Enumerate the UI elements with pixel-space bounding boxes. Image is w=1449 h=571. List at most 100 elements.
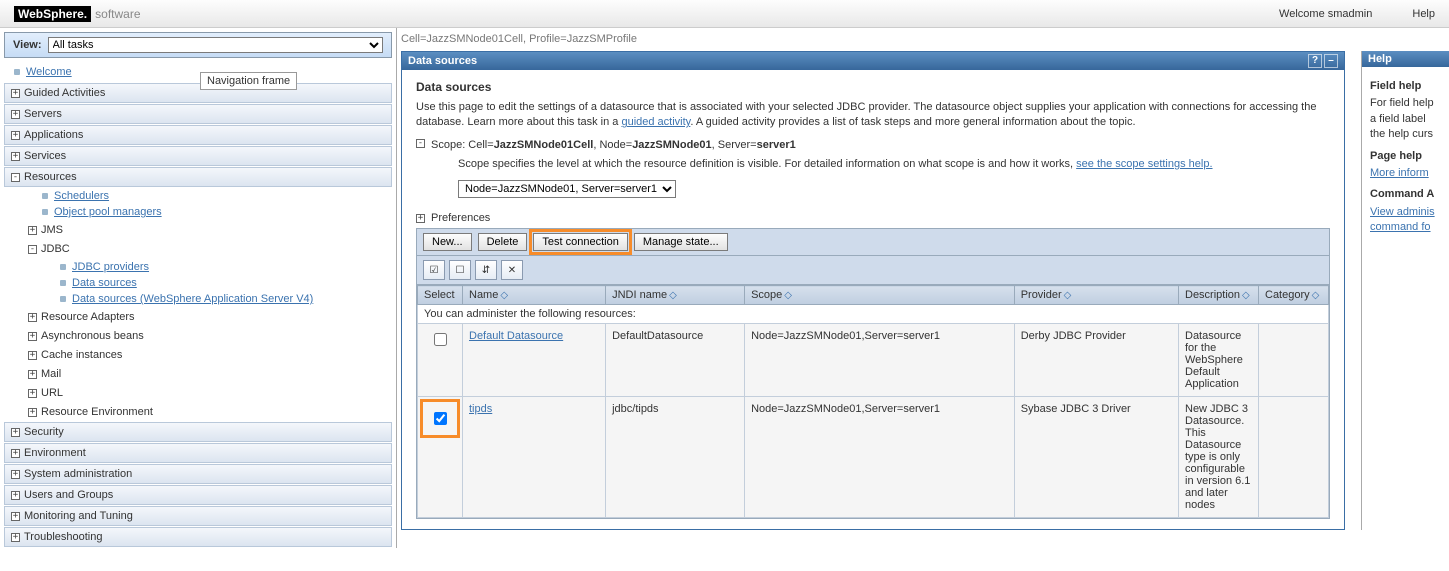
new-button[interactable]: New...: [423, 233, 472, 251]
portlet-header: Data sources ? –: [402, 52, 1344, 70]
nav-applications[interactable]: Applications: [4, 125, 392, 145]
table-wrapper: New... Delete Test connection Manage sta…: [416, 228, 1330, 519]
bullet-icon: [42, 209, 48, 215]
nav-troubleshooting[interactable]: Troubleshooting: [4, 527, 392, 547]
plus-icon: [416, 214, 425, 223]
minus-icon: [28, 245, 37, 254]
nav-jms[interactable]: JMS: [22, 221, 392, 239]
page-description: Use this page to edit the settings of a …: [416, 100, 1330, 131]
nav-services[interactable]: Services: [4, 146, 392, 166]
nav-monitoring-tuning[interactable]: Monitoring and Tuning: [4, 506, 392, 526]
col-jndi[interactable]: JNDI name◇: [606, 286, 745, 305]
scope-line: Scope: Cell=JazzSMNode01Cell, Node=JazzS…: [416, 139, 1330, 151]
nav-resource-environment[interactable]: Resource Environment: [22, 403, 392, 421]
manage-state-button[interactable]: Manage state...: [634, 233, 728, 251]
plus-icon: [11, 533, 20, 542]
nav-guided-activities[interactable]: Guided Activities: [4, 83, 392, 103]
minimize-icon[interactable]: –: [1324, 54, 1338, 68]
more-info-link[interactable]: More inform: [1370, 167, 1429, 179]
plus-icon: [28, 408, 37, 417]
nav-environment[interactable]: Environment: [4, 443, 392, 463]
help-icon[interactable]: ?: [1308, 54, 1322, 68]
portlet-title: Data sources: [408, 55, 477, 67]
col-description[interactable]: Description◇: [1179, 286, 1259, 305]
filter-icon[interactable]: ⇵: [475, 260, 497, 280]
datasource-link[interactable]: Default Datasource: [469, 330, 563, 342]
help-title: Help: [1362, 51, 1449, 67]
command-for-link[interactable]: command fo: [1370, 221, 1431, 233]
scope-settings-help-link[interactable]: see the scope settings help.: [1076, 158, 1212, 170]
nav-object-pool-managers[interactable]: Object pool managers: [18, 204, 396, 220]
deselect-all-icon[interactable]: ☐: [449, 260, 471, 280]
plus-icon: [11, 131, 20, 140]
col-category[interactable]: Category◇: [1259, 286, 1329, 305]
row-checkbox[interactable]: [434, 412, 447, 425]
row-checkbox[interactable]: [434, 333, 447, 346]
nav-data-sources[interactable]: Data sources: [36, 275, 396, 291]
nav-async-beans[interactable]: Asynchronous beans: [22, 327, 392, 345]
plus-icon: [11, 512, 20, 521]
plus-icon: [28, 389, 37, 398]
sidebar: View: All tasks Navigation frame Welcome…: [0, 28, 397, 548]
plus-icon: [11, 491, 20, 500]
icon-bar: ☑ ☐ ⇵ ✕: [417, 256, 1329, 285]
nav-cache-instances[interactable]: Cache instances: [22, 346, 392, 364]
select-all-icon[interactable]: ☑: [423, 260, 445, 280]
top-right: Welcome smadmin Help: [1279, 8, 1435, 20]
admin-note: You can administer the following resourc…: [418, 305, 1329, 324]
view-label: View:: [13, 39, 42, 51]
bullet-icon: [60, 296, 66, 302]
scope-select-row: Node=JazzSMNode01, Server=server1: [458, 180, 1330, 198]
clear-filter-icon[interactable]: ✕: [501, 260, 523, 280]
navigation-frame-tooltip: Navigation frame: [200, 72, 297, 90]
page-help-heading: Page help: [1370, 149, 1441, 164]
field-help-text: For field help a field label the help cu…: [1370, 96, 1441, 142]
view-admin-link[interactable]: View adminis: [1370, 206, 1435, 218]
top-bar: WebSphere. software Welcome smadmin Help: [0, 0, 1449, 28]
nav-system-administration[interactable]: System administration: [4, 464, 392, 484]
bullet-icon: [60, 264, 66, 270]
nav-url[interactable]: URL: [22, 384, 392, 402]
col-name[interactable]: Name◇: [463, 286, 606, 305]
col-scope[interactable]: Scope◇: [745, 286, 1015, 305]
help-panel: Help Field help For field help a field l…: [1361, 51, 1449, 530]
plus-icon: [11, 110, 20, 119]
plus-icon: [11, 470, 20, 479]
nav-mail[interactable]: Mail: [22, 365, 392, 383]
nav-jdbc-providers[interactable]: JDBC providers: [36, 259, 396, 275]
col-provider[interactable]: Provider◇: [1014, 286, 1178, 305]
view-select[interactable]: All tasks: [48, 37, 383, 53]
test-connection-button[interactable]: Test connection: [533, 233, 627, 251]
welcome-user: Welcome smadmin: [1279, 8, 1372, 20]
view-selector-row: View: All tasks: [4, 32, 392, 58]
help-link[interactable]: Help: [1412, 8, 1435, 20]
table-row: tipds jdbc/tipds Node=JazzSMNode01,Serve…: [418, 397, 1329, 518]
nav-resources[interactable]: Resources: [4, 167, 392, 187]
guided-activity-link[interactable]: guided activity: [621, 116, 690, 128]
plus-icon: [11, 152, 20, 161]
bullet-icon: [14, 69, 20, 75]
plus-icon: [28, 351, 37, 360]
bullet-icon: [42, 193, 48, 199]
nav-users-groups[interactable]: Users and Groups: [4, 485, 392, 505]
logo-sub: software: [95, 7, 140, 21]
bullet-icon: [60, 280, 66, 286]
nav-resource-adapters[interactable]: Resource Adapters: [22, 308, 392, 326]
scope-select[interactable]: Node=JazzSMNode01, Server=server1: [458, 180, 676, 198]
welcome-link-row[interactable]: Welcome: [0, 62, 396, 82]
datasource-link[interactable]: tipds: [469, 403, 492, 415]
welcome-link[interactable]: Welcome: [26, 66, 72, 78]
nav-servers[interactable]: Servers: [4, 104, 392, 124]
col-select: Select: [418, 286, 463, 305]
nav-data-sources-v4[interactable]: Data sources (WebSphere Application Serv…: [36, 291, 396, 307]
plus-icon: [28, 226, 37, 235]
minus-icon[interactable]: [416, 139, 425, 148]
nav-security[interactable]: Security: [4, 422, 392, 442]
delete-button[interactable]: Delete: [478, 233, 528, 251]
button-bar: New... Delete Test connection Manage sta…: [417, 229, 1329, 256]
nav-schedulers[interactable]: Schedulers: [18, 188, 396, 204]
scope-description: Scope specifies the level at which the r…: [458, 157, 1330, 172]
data-sources-table: Select Name◇ JNDI name◇ Scope◇ Provider◇…: [417, 285, 1329, 518]
nav-jdbc[interactable]: JDBC: [22, 240, 392, 258]
preferences-row[interactable]: Preferences: [416, 212, 1330, 224]
